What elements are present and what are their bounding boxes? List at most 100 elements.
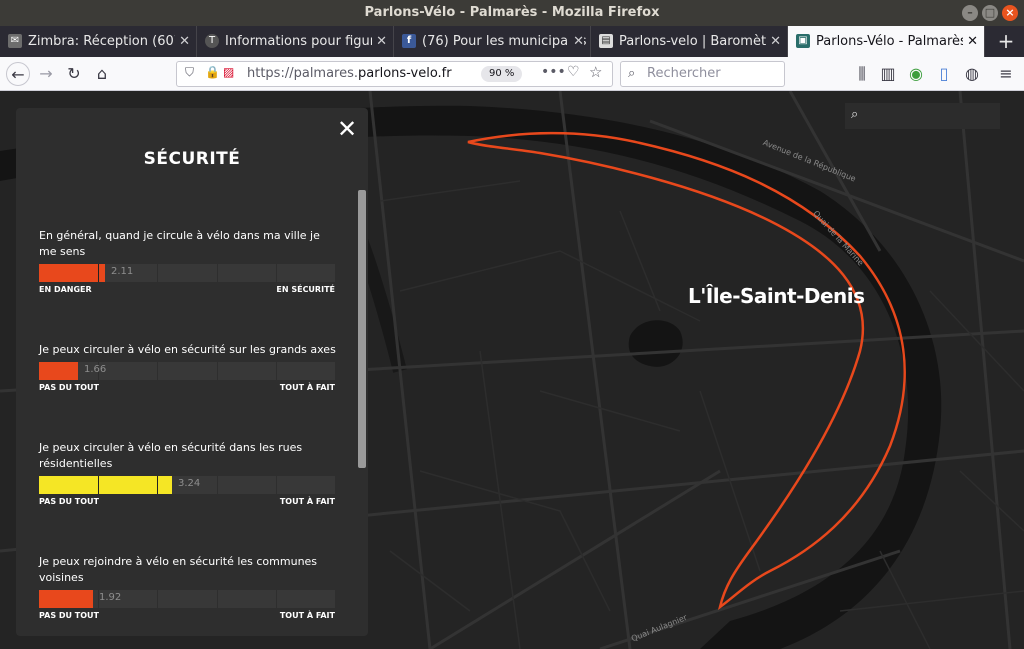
scale-labels: PAS DU TOUT TOUT À FAIT [39,383,335,392]
score-bar: 1.66 [39,362,335,380]
question-text: Je peux circuler à vélo en sécurité sur … [39,343,336,356]
score-bar: 3.24 [39,476,335,494]
bookmark-star-icon[interactable]: ☆ [589,63,602,81]
scale-max-label: TOUT À FAIT [279,611,335,620]
tab-label: (76) Pour les municipales [422,34,587,49]
minimize-button[interactable]: – [962,5,978,21]
bar-fill-tick [157,476,158,494]
bar-segment-divider [276,362,277,380]
window-controls: – □ × [962,5,1018,21]
panel-scroll-thumb[interactable] [358,190,366,468]
tab-informations[interactable]: T Informations pour figure ✕ [197,26,394,57]
security-panel: ✕ SÉCURITÉ En général, quand je circule … [16,108,368,636]
sidebar-icon[interactable]: ▥ [876,62,900,86]
bar-segment-divider [276,264,277,282]
info-icon: T [205,34,219,48]
document-icon[interactable]: ▯ [932,62,956,86]
close-panel-button[interactable]: ✕ [334,116,360,142]
reload-icon[interactable]: ↻ [62,62,86,86]
extension-icon[interactable]: ◉ [904,62,928,86]
search-icon: ⌕ [851,107,859,122]
search-bar[interactable]: ⌕ Rechercher [620,61,785,87]
lock-icon[interactable]: 🔒 [205,65,220,79]
home-icon[interactable]: ⌂ [90,62,114,86]
map-search-input[interactable]: ⌕ [845,103,1000,129]
question-item: En général, quand je circule à vélo dans… [39,228,339,294]
question-text: En général, quand je circule à vélo dans… [39,229,320,258]
bar-segment-divider [217,362,218,380]
shield-icon[interactable]: ⛉ [185,65,194,80]
tab-label: Zimbra: Réception (6073 [28,34,191,49]
tab-close-icon[interactable]: ✕ [569,26,584,57]
account-icon[interactable]: ◍ [960,62,984,86]
scale-max-label: EN SÉCURITÉ [276,285,335,294]
tab-palmares[interactable]: ▣ Parlons-Vélo - Palmarès ✕ [788,26,985,57]
scale-min-label: PAS DU TOUT [39,611,99,620]
scale-labels: EN DANGER EN SÉCURITÉ [39,285,335,294]
question-item: Je peux circuler à vélo en sécurité sur … [39,342,339,392]
window-title: Parlons-Vélo - Palmarès - Mozilla Firefo… [364,5,660,20]
score-value: 3.24 [178,478,201,489]
question-item: Je peux circuler à vélo en sécurité dans… [39,440,339,506]
score-value: 1.92 [99,592,122,603]
map-icon: ▣ [796,34,810,48]
question-item: Je peux rejoindre à vélo en sécurité les… [39,554,339,620]
panel-title: SÉCURITÉ [143,149,241,169]
zimbra-icon: ✉ [8,34,22,48]
tab-label: Parlons-Vélo - Palmarès [816,34,967,49]
search-placeholder: Rechercher [647,66,721,81]
library-icon[interactable]: ⫼ [850,62,874,86]
tab-close-icon[interactable]: ✕ [175,26,190,57]
scale-max-label: TOUT À FAIT [279,383,335,392]
question-text: Je peux rejoindre à vélo en sécurité les… [39,555,318,584]
tab-close-icon[interactable]: ✕ [766,26,781,57]
window-titlebar: Parlons-Vélo - Palmarès - Mozilla Firefo… [0,0,1024,26]
scale-labels: PAS DU TOUT TOUT À FAIT [39,611,335,620]
scale-min-label: PAS DU TOUT [39,497,99,506]
close-window-button[interactable]: × [1002,5,1018,21]
score-bar-fill [39,362,78,380]
forward-icon[interactable]: → [34,62,58,86]
tab-strip: ✉ Zimbra: Réception (6073 ✕ T Informatio… [0,26,1024,57]
tab-close-icon[interactable]: ✕ [372,26,387,57]
bar-segment-divider [157,362,158,380]
page-actions-icon[interactable]: ••• [541,64,566,80]
scale-max-label: TOUT À FAIT [279,497,335,506]
score-bar-fill [39,476,172,494]
bar-segment-divider [217,590,218,608]
tab-label: Informations pour figure [225,34,383,49]
tab-facebook[interactable]: f (76) Pour les municipales ✕ [394,26,591,57]
scale-min-label: EN DANGER [39,285,92,294]
score-bar: 2.11 [39,264,335,282]
navigation-toolbar: ← → ↻ ⌂ ⛉ 🔒 ▨ https://palmares.parlons-v… [0,57,1024,91]
bar-segment-divider [157,590,158,608]
maximize-button[interactable]: □ [982,5,998,21]
pocket-icon[interactable]: ♡ [567,64,580,80]
permissions-icon[interactable]: ▨ [223,65,234,79]
tab-label: Parlons-velo | Baromètre [619,34,780,49]
facebook-icon: f [402,34,416,48]
question-text: Je peux circuler à vélo en sécurité dans… [39,441,303,470]
bar-segment-divider [276,590,277,608]
tab-close-icon[interactable]: ✕ [963,26,978,57]
bar-segment-divider [217,264,218,282]
url-bar[interactable]: ⛉ 🔒 ▨ https://palmares.parlons-velo.fr 9… [176,61,613,87]
page-content: Avenue de la République Quai de la Marin… [0,91,1024,649]
zoom-indicator[interactable]: 90 % [481,66,523,82]
score-bar-fill [39,590,93,608]
bar-segment-divider [157,264,158,282]
bar-fill-tick [98,264,99,282]
tab-zimbra[interactable]: ✉ Zimbra: Réception (6073 ✕ [0,26,197,57]
score-value: 1.66 [84,364,107,375]
menu-icon[interactable]: ≡ [994,62,1018,86]
new-tab-button[interactable]: + [993,26,1019,57]
url-text[interactable]: https://palmares.parlons-velo.fr [247,66,452,81]
back-icon[interactable]: ← [6,62,30,86]
score-value: 2.11 [111,266,134,277]
bar-segment-divider [217,476,218,494]
bar-segment-divider [276,476,277,494]
scale-labels: PAS DU TOUT TOUT À FAIT [39,497,335,506]
search-icon: ⌕ [628,66,636,81]
tab-barometre[interactable]: ▤ Parlons-velo | Baromètre ✕ [591,26,788,57]
commune-name: L'Île-Saint-Denis [688,284,865,308]
